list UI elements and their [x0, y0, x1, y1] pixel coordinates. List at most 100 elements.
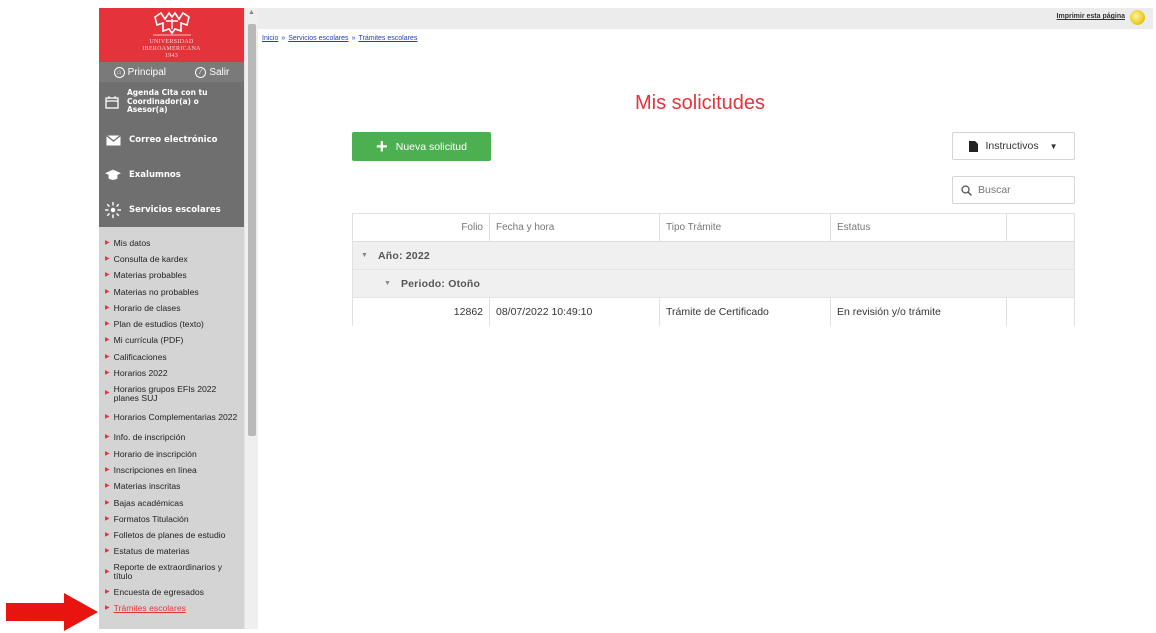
collapse-caret-icon[interactable]: ▼	[361, 252, 368, 259]
sidebar-subitem-label: Mi currícula (PDF)	[113, 335, 184, 346]
mail-icon	[105, 134, 121, 146]
plus-icon: +	[376, 135, 388, 158]
sidebar-subitem[interactable]: ▶ Mi currícula (PDF)	[99, 333, 244, 349]
grid-header: Folio Fecha y hora Tipo Trámite Estatus	[352, 213, 1075, 242]
sidebar-subitem[interactable]: ▶ Horario de inscripción	[99, 446, 244, 462]
page-title: Mis solicitudes	[634, 92, 766, 114]
principal-link[interactable]: ⌂ Principal	[113, 66, 166, 78]
calendar-icon	[105, 95, 119, 109]
sidebar-subitem-label: Trámites escolares	[113, 602, 186, 613]
sidebar-subitem[interactable]: ▶ Calificaciones	[99, 349, 244, 365]
bullet-triangle-icon: ▶	[105, 604, 110, 611]
sidebar-subitem-label: Horarios 2022	[113, 368, 168, 379]
sidebar-subitem[interactable]: ▶ Consulta de kardex	[99, 251, 244, 267]
sidebar-subitem-label: Horarios grupos EFIs 2022 planes SUJ	[113, 383, 217, 403]
menu-item-label: Agenda Cita con tu Coordinador(a) o Ases…	[127, 88, 208, 115]
sidebar-subitem[interactable]: ▶ Materias inscritas	[99, 479, 244, 495]
breadcrumb: Inicio » Servicios escolares » Trámites …	[262, 35, 417, 42]
cell-actions[interactable]	[1007, 298, 1074, 326]
sidebar-topnav: ⌂ Principal ⁄ Salir	[99, 62, 244, 82]
scrollbar-thumb[interactable]	[248, 24, 256, 436]
breadcrumb-separator: »	[351, 35, 356, 42]
salir-link[interactable]: ⁄ Salir	[195, 66, 230, 78]
home-icon: ⌂	[113, 66, 125, 78]
sidebar-subitem[interactable]: ▶ Plan de estudios (texto)	[99, 316, 244, 332]
bullet-triangle-icon: ▶	[105, 337, 110, 344]
print-icon[interactable]	[1130, 10, 1145, 25]
search-input[interactable]	[978, 184, 1068, 196]
sidebar-subitem[interactable]: ▶ Formatos Titulación	[99, 511, 244, 527]
sidebar-subitem[interactable]: ▶ Info. de inscripción	[99, 430, 244, 446]
sidebar-subitem[interactable]: ▶ Trámites escolares	[99, 600, 244, 616]
document-icon	[969, 140, 979, 152]
sidebar-subitem[interactable]: ▶ Materias no probables	[99, 284, 244, 300]
table-row[interactable]: 12862 08/07/2022 10:49:10 Trámite de Cer…	[352, 298, 1075, 326]
breadcrumb-servicios[interactable]: Servicios escolares	[288, 35, 348, 42]
sidebar-subitem-label: Horario de inscripción	[113, 448, 197, 459]
column-header-folio[interactable]: Folio	[353, 214, 490, 241]
bullet-triangle-icon: ▶	[105, 414, 110, 421]
bullet-triangle-icon: ▶	[105, 304, 110, 311]
menu-item-label: Exalumnos	[129, 170, 181, 180]
sidebar-subitem[interactable]: ▶ Horario de clases	[99, 300, 244, 316]
salir-label: Salir	[209, 66, 230, 78]
bullet-triangle-icon: ▶	[105, 532, 110, 539]
bullet-triangle-icon: ▶	[105, 321, 110, 328]
sidebar-subitem-label: Folletos de planes de estudio	[113, 530, 226, 541]
menu-item-correo[interactable]: Correo electrónico	[99, 122, 244, 158]
instructivos-label: Instructivos	[985, 140, 1039, 152]
sidebar-subitem-label: Calificaciones	[113, 351, 167, 362]
sidebar-subitem[interactable]: ▶ Estatus de materias	[99, 544, 244, 560]
instructivos-dropdown[interactable]: Instructivos ▼	[952, 132, 1075, 160]
menu-item-exalumnos[interactable]: Exalumnos	[99, 158, 244, 192]
sidebar-subitem[interactable]: ▶ Mis datos	[99, 235, 244, 251]
bullet-triangle-icon: ▶	[105, 370, 110, 377]
search-box[interactable]	[952, 176, 1075, 204]
sidebar-subitem[interactable]: ▶ Materias probables	[99, 268, 244, 284]
column-header-estatus[interactable]: Estatus	[831, 214, 1007, 241]
scroll-up-icon[interactable]: ▲	[248, 9, 255, 16]
sidebar-subitem-label: Materias probables	[113, 270, 187, 281]
sparkle-icon	[105, 201, 121, 219]
bullet-triangle-icon: ▶	[105, 515, 110, 522]
new-request-button[interactable]: + Nueva solicitud	[352, 132, 491, 161]
sidebar-subitem[interactable]: ▶ Horarios Complementarias 2022	[99, 406, 244, 430]
menu-item-label: Correo electrónico	[129, 135, 218, 145]
sidebar-subitem-label: Materias inscritas	[113, 481, 181, 492]
collapse-caret-icon[interactable]: ▼	[384, 280, 391, 287]
breadcrumb-tramites[interactable]: Trámites escolares	[358, 35, 417, 42]
sidebar-subitem-label: Info. de inscripción	[113, 432, 186, 443]
bullet-triangle-icon: ▶	[105, 466, 110, 473]
bullet-triangle-icon: ▶	[105, 588, 110, 595]
sidebar: UNIVERSIDAD IBEROAMERICANA 1943 ⌂ Princi…	[99, 8, 244, 629]
university-logo[interactable]: UNIVERSIDAD IBEROAMERICANA 1943	[99, 8, 244, 62]
sidebar-subitem[interactable]: ▶ Reporte de extraordinarios y título	[99, 560, 244, 584]
cell-estatus: En revisión y/o trámite	[831, 298, 1007, 326]
group-row-period[interactable]: ▼ Periodo: Otoño	[352, 270, 1075, 298]
sidebar-subitem[interactable]: ▶ Folletos de planes de estudio	[99, 527, 244, 543]
sidebar-subitem[interactable]: ▶ Horarios grupos EFIs 2022 planes SUJ	[99, 382, 244, 406]
column-header-fecha[interactable]: Fecha y hora	[490, 214, 660, 241]
breadcrumb-inicio[interactable]: Inicio	[262, 35, 278, 42]
print-page-link[interactable]: Imprimir esta página	[1057, 13, 1125, 20]
bullet-triangle-icon: ▶	[105, 548, 110, 555]
bullet-triangle-icon: ▶	[105, 239, 110, 246]
sidebar-subitem[interactable]: ▶ Encuesta de egresados	[99, 584, 244, 600]
bullet-triangle-icon: ▶	[105, 450, 110, 457]
sidebar-subitem[interactable]: ▶ Horarios 2022	[99, 365, 244, 381]
university-seal-icon	[152, 11, 191, 35]
sidebar-scrollbar[interactable]: ▲	[244, 8, 258, 629]
sidebar-subitem-label: Formatos Titulación	[113, 513, 189, 524]
requests-grid: Folio Fecha y hora Tipo Trámite Estatus …	[352, 213, 1075, 326]
logout-icon: ⁄	[195, 66, 207, 78]
new-request-label: Nueva solicitud	[395, 140, 467, 153]
sidebar-subitem[interactable]: ▶ Bajas académicas	[99, 495, 244, 511]
sidebar-subitem-label: Horarios Complementarias 2022	[113, 412, 238, 423]
menu-item-servicios[interactable]: Servicios escolares	[99, 192, 244, 227]
menu-item-agenda[interactable]: Agenda Cita con tu Coordinador(a) o Ases…	[99, 82, 244, 122]
sidebar-subitem[interactable]: ▶ Inscripciones en línea	[99, 462, 244, 478]
bullet-triangle-icon: ▶	[105, 288, 110, 295]
group-row-year[interactable]: ▼ Año: 2022	[352, 242, 1075, 270]
breadcrumb-separator: »	[281, 35, 286, 42]
column-header-tipo[interactable]: Tipo Trámite	[660, 214, 831, 241]
